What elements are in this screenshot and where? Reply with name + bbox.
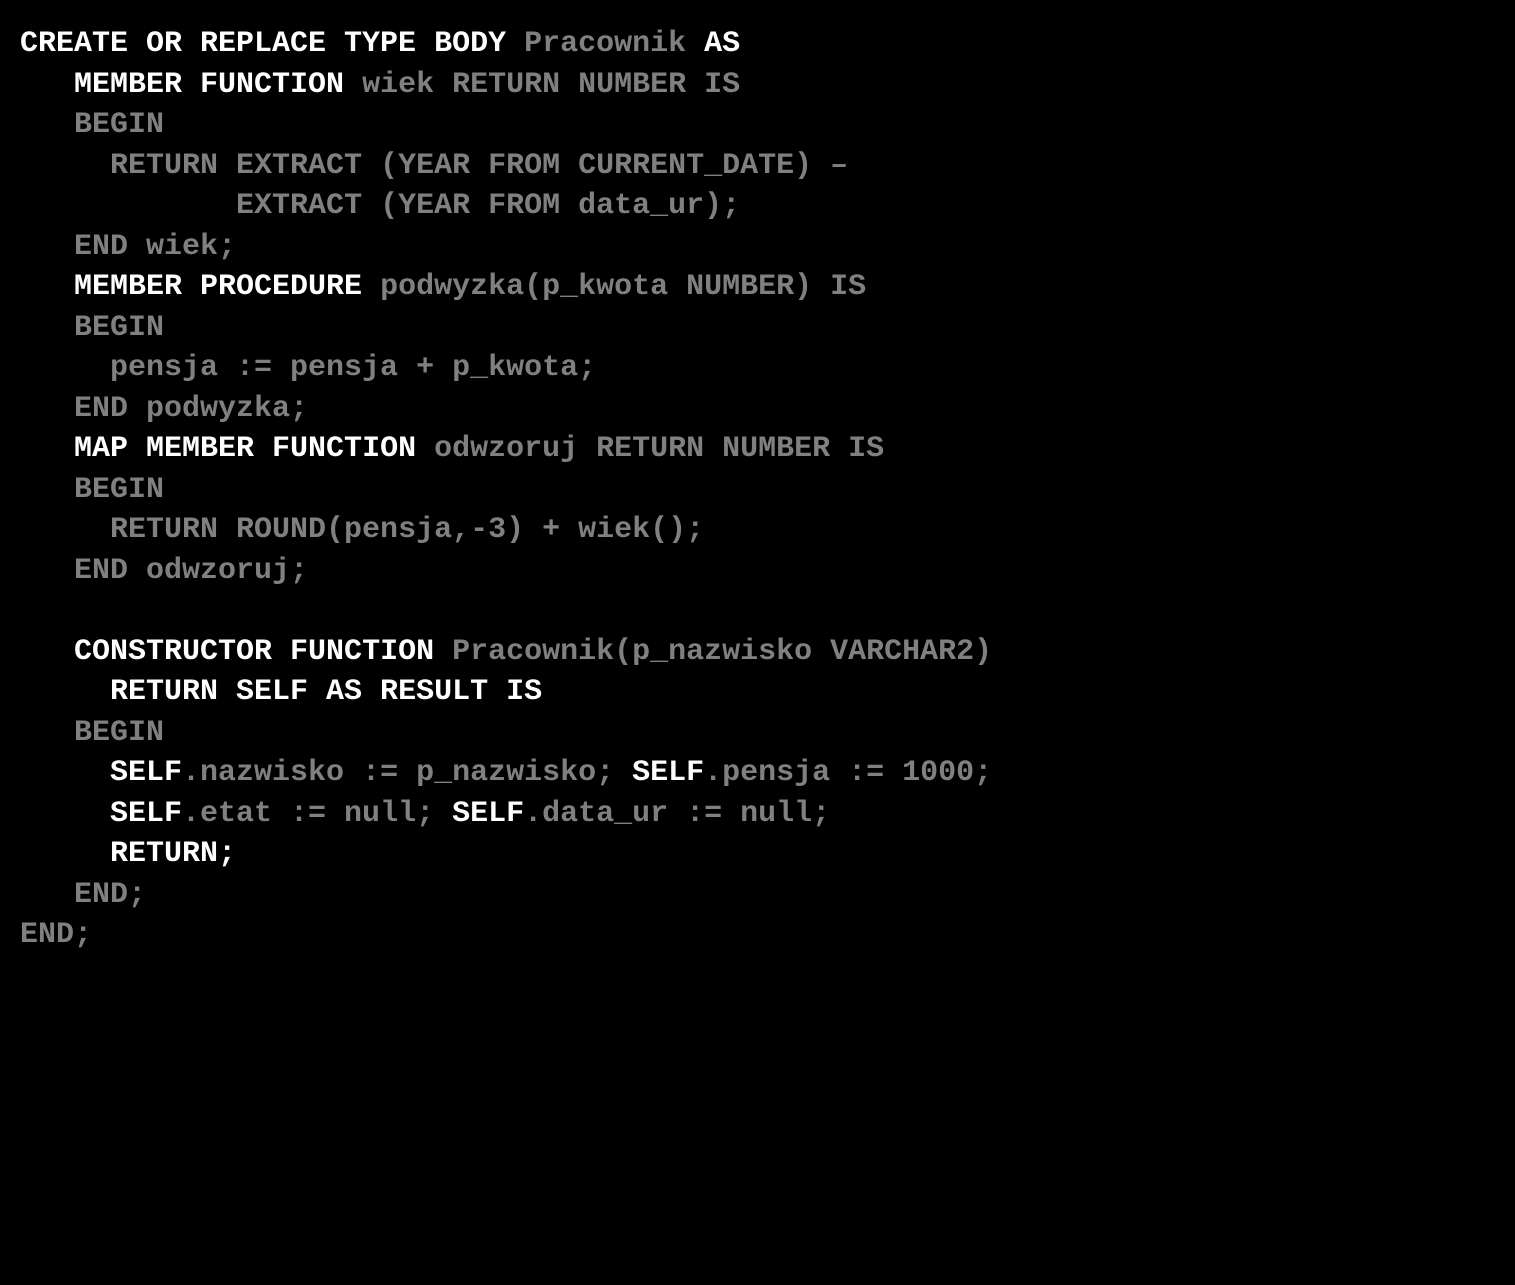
code-line: END wiek;: [20, 230, 236, 264]
code-line: CONSTRUCTOR FUNCTION Pracownik(p_nazwisk…: [20, 635, 992, 669]
identifier: BEGIN: [74, 311, 164, 345]
identifier: .nazwisko := p_nazwisko;: [182, 756, 632, 790]
identifier: BEGIN: [74, 108, 164, 142]
indent: [20, 149, 110, 183]
code-line: END;: [20, 878, 146, 912]
code-line: SELF.nazwisko := p_nazwisko; SELF.pensja…: [20, 756, 992, 790]
keyword: SELF: [632, 756, 704, 790]
code-line: RETURN ROUND(pensja,-3) + wiek();: [20, 513, 704, 547]
indent: [20, 230, 74, 264]
code-line: SELF.etat := null; SELF.data_ur := null;: [20, 797, 830, 831]
keyword: MEMBER PROCEDURE: [74, 270, 380, 304]
code-line: RETURN SELF AS RESULT IS: [20, 675, 542, 709]
keyword: SELF: [452, 797, 524, 831]
identifier: END wiek;: [74, 230, 236, 264]
keyword: MAP MEMBER FUNCTION: [74, 432, 434, 466]
identifier: EXTRACT (YEAR FROM data_ur);: [236, 189, 740, 223]
indent: [20, 513, 110, 547]
identifier: Pracownik(p_nazwisko VARCHAR2): [452, 635, 992, 669]
identifier: BEGIN: [74, 716, 164, 750]
indent: [20, 675, 110, 709]
keyword: CREATE OR REPLACE TYPE BODY: [20, 27, 524, 61]
indent: [20, 878, 74, 912]
identifier: END;: [20, 918, 92, 952]
indent: [20, 108, 74, 142]
code-line: RETURN EXTRACT (YEAR FROM CURRENT_DATE) …: [20, 149, 848, 183]
code-line: MAP MEMBER FUNCTION odwzoruj RETURN NUMB…: [20, 432, 884, 466]
keyword: RETURN;: [110, 837, 236, 871]
identifier: END odwzoruj;: [74, 554, 308, 588]
code-line: CREATE OR REPLACE TYPE BODY Pracownik AS: [20, 27, 740, 61]
keyword: MEMBER FUNCTION: [74, 68, 362, 102]
code-line: END odwzoruj;: [20, 554, 308, 588]
identifier: END;: [74, 878, 146, 912]
code-block: CREATE OR REPLACE TYPE BODY Pracownik AS…: [0, 0, 1515, 1285]
indent: [20, 716, 74, 750]
identifier: BEGIN: [74, 473, 164, 507]
indent: [20, 392, 74, 426]
indent: [20, 756, 110, 790]
code-line: pensja := pensja + p_kwota;: [20, 351, 596, 385]
indent: [20, 189, 236, 223]
indent: [20, 68, 74, 102]
indent: [20, 635, 74, 669]
code-line: END;: [20, 918, 92, 952]
code-line: BEGIN: [20, 311, 164, 345]
code-line: END podwyzka;: [20, 392, 308, 426]
identifier: odwzoruj RETURN NUMBER IS: [434, 432, 884, 466]
indent: [20, 837, 110, 871]
code-line: BEGIN: [20, 716, 164, 750]
keyword: CONSTRUCTOR FUNCTION: [74, 635, 452, 669]
keyword: AS: [704, 27, 740, 61]
code-line: RETURN;: [20, 837, 236, 871]
code-line: MEMBER FUNCTION wiek RETURN NUMBER IS: [20, 68, 740, 102]
identifier: podwyzka(p_kwota NUMBER) IS: [380, 270, 866, 304]
indent: [20, 473, 74, 507]
indent: [20, 797, 110, 831]
keyword: RETURN SELF AS RESULT IS: [110, 675, 542, 709]
keyword: SELF: [110, 797, 182, 831]
keyword: SELF: [110, 756, 182, 790]
indent: [20, 351, 110, 385]
identifier: END podwyzka;: [74, 392, 308, 426]
identifier: .etat := null;: [182, 797, 452, 831]
indent: [20, 432, 74, 466]
identifier: pensja := pensja + p_kwota;: [110, 351, 596, 385]
indent: [20, 270, 74, 304]
code-line: EXTRACT (YEAR FROM data_ur);: [20, 189, 740, 223]
code-line: MEMBER PROCEDURE podwyzka(p_kwota NUMBER…: [20, 270, 866, 304]
identifier: wiek RETURN NUMBER IS: [362, 68, 740, 102]
code-line: BEGIN: [20, 108, 164, 142]
indent: [20, 311, 74, 345]
code-line: BEGIN: [20, 473, 164, 507]
indent: [20, 554, 74, 588]
identifier: Pracownik: [524, 27, 704, 61]
identifier: RETURN ROUND(pensja,-3) + wiek();: [110, 513, 704, 547]
identifier: RETURN EXTRACT (YEAR FROM CURRENT_DATE) …: [110, 149, 848, 183]
identifier: .data_ur := null;: [524, 797, 830, 831]
identifier: .pensja := 1000;: [704, 756, 992, 790]
